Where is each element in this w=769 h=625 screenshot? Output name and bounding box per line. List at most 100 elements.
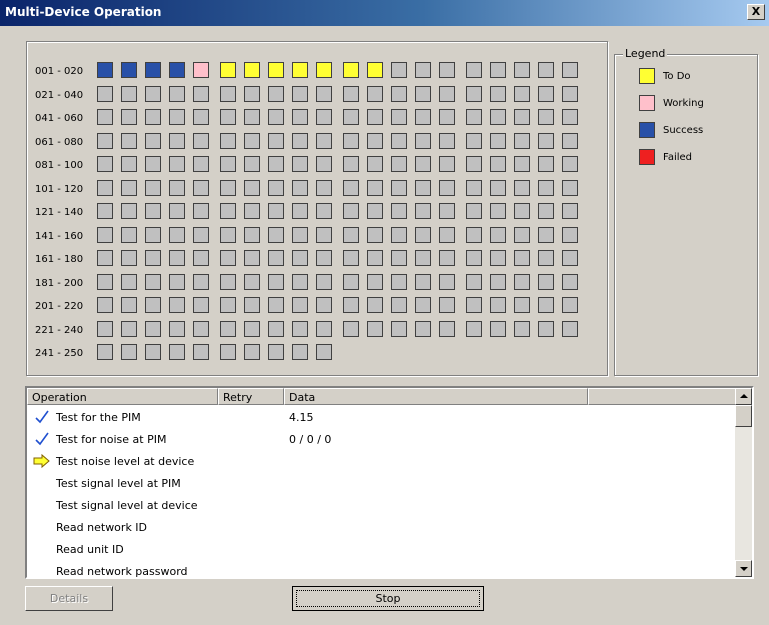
device-cell[interactable]	[268, 226, 284, 243]
device-cell[interactable]	[145, 179, 161, 196]
device-cell[interactable]	[367, 109, 383, 125]
device-cell[interactable]	[562, 179, 578, 196]
device-cell[interactable]	[538, 203, 554, 219]
device-cell[interactable]	[244, 344, 260, 360]
device-cell[interactable]	[514, 109, 530, 125]
device-cell[interactable]	[391, 156, 407, 172]
device-cell[interactable]	[562, 132, 578, 149]
device-cell[interactable]	[415, 156, 431, 172]
device-cell[interactable]	[391, 62, 407, 78]
device-cell[interactable]	[562, 320, 578, 337]
operation-row[interactable]: Test signal level at device	[27, 495, 737, 516]
device-cell[interactable]	[439, 273, 455, 290]
device-cell[interactable]	[439, 132, 455, 149]
device-cell[interactable]	[193, 344, 209, 360]
device-cell[interactable]	[268, 273, 284, 290]
device-cell[interactable]	[490, 320, 506, 337]
device-cell[interactable]	[391, 203, 407, 219]
device-cell[interactable]	[343, 179, 359, 196]
device-cell[interactable]	[169, 297, 185, 313]
device-cell[interactable]	[121, 250, 137, 266]
device-cell[interactable]	[244, 297, 260, 313]
device-cell[interactable]	[316, 179, 332, 196]
device-cell[interactable]	[343, 226, 359, 243]
device-cell[interactable]	[244, 62, 260, 78]
device-cell[interactable]	[292, 156, 308, 172]
device-cell[interactable]	[220, 344, 236, 360]
device-cell[interactable]	[316, 226, 332, 243]
device-cell[interactable]	[121, 132, 137, 149]
device-cell[interactable]	[538, 297, 554, 313]
device-cell[interactable]	[145, 226, 161, 243]
device-cell[interactable]	[97, 320, 113, 337]
device-cell[interactable]	[562, 156, 578, 172]
device-cell[interactable]	[193, 85, 209, 102]
device-cell[interactable]	[145, 62, 161, 78]
device-cell[interactable]	[514, 179, 530, 196]
device-cell[interactable]	[415, 62, 431, 78]
device-cell[interactable]	[193, 297, 209, 313]
device-cell[interactable]	[268, 297, 284, 313]
device-cell[interactable]	[439, 85, 455, 102]
column-header-data[interactable]: Data	[284, 388, 588, 405]
device-cell[interactable]	[415, 132, 431, 149]
device-cell[interactable]	[316, 62, 332, 78]
device-cell[interactable]	[316, 132, 332, 149]
device-cell[interactable]	[169, 226, 185, 243]
device-cell[interactable]	[439, 62, 455, 78]
device-cell[interactable]	[343, 273, 359, 290]
operation-row[interactable]: Read network password	[27, 561, 737, 577]
device-cell[interactable]	[538, 226, 554, 243]
device-cell[interactable]	[367, 156, 383, 172]
device-cell[interactable]	[268, 203, 284, 219]
device-cell[interactable]	[439, 226, 455, 243]
device-cell[interactable]	[145, 250, 161, 266]
device-cell[interactable]	[466, 62, 482, 78]
device-cell[interactable]	[97, 109, 113, 125]
device-cell[interactable]	[391, 320, 407, 337]
device-cell[interactable]	[343, 320, 359, 337]
device-cell[interactable]	[514, 156, 530, 172]
column-header-retry[interactable]: Retry	[218, 388, 284, 405]
device-cell[interactable]	[415, 320, 431, 337]
device-cell[interactable]	[367, 203, 383, 219]
device-cell[interactable]	[391, 85, 407, 102]
device-cell[interactable]	[562, 203, 578, 219]
device-cell[interactable]	[121, 203, 137, 219]
operation-row[interactable]: Test signal level at PIM	[27, 473, 737, 494]
device-cell[interactable]	[562, 297, 578, 313]
device-cell[interactable]	[121, 226, 137, 243]
device-cell[interactable]	[415, 203, 431, 219]
device-cell[interactable]	[466, 297, 482, 313]
device-cell[interactable]	[268, 250, 284, 266]
device-cell[interactable]	[292, 85, 308, 102]
device-cell[interactable]	[169, 109, 185, 125]
device-cell[interactable]	[121, 85, 137, 102]
device-cell[interactable]	[415, 226, 431, 243]
device-cell[interactable]	[169, 273, 185, 290]
device-cell[interactable]	[121, 344, 137, 360]
device-cell[interactable]	[145, 297, 161, 313]
device-cell[interactable]	[514, 250, 530, 266]
device-cell[interactable]	[169, 320, 185, 337]
device-cell[interactable]	[439, 250, 455, 266]
device-cell[interactable]	[343, 297, 359, 313]
device-cell[interactable]	[439, 297, 455, 313]
device-cell[interactable]	[391, 132, 407, 149]
device-cell[interactable]	[244, 109, 260, 125]
device-cell[interactable]	[292, 109, 308, 125]
device-cell[interactable]	[292, 320, 308, 337]
device-cell[interactable]	[97, 250, 113, 266]
column-header-extra[interactable]	[588, 388, 737, 405]
device-cell[interactable]	[244, 85, 260, 102]
device-cell[interactable]	[220, 132, 236, 149]
device-cell[interactable]	[439, 109, 455, 125]
device-cell[interactable]	[169, 250, 185, 266]
operation-row[interactable]: Read network ID	[27, 517, 737, 538]
device-cell[interactable]	[367, 226, 383, 243]
device-cell[interactable]	[490, 156, 506, 172]
device-cell[interactable]	[562, 250, 578, 266]
device-cell[interactable]	[193, 226, 209, 243]
device-cell[interactable]	[490, 250, 506, 266]
device-cell[interactable]	[244, 132, 260, 149]
